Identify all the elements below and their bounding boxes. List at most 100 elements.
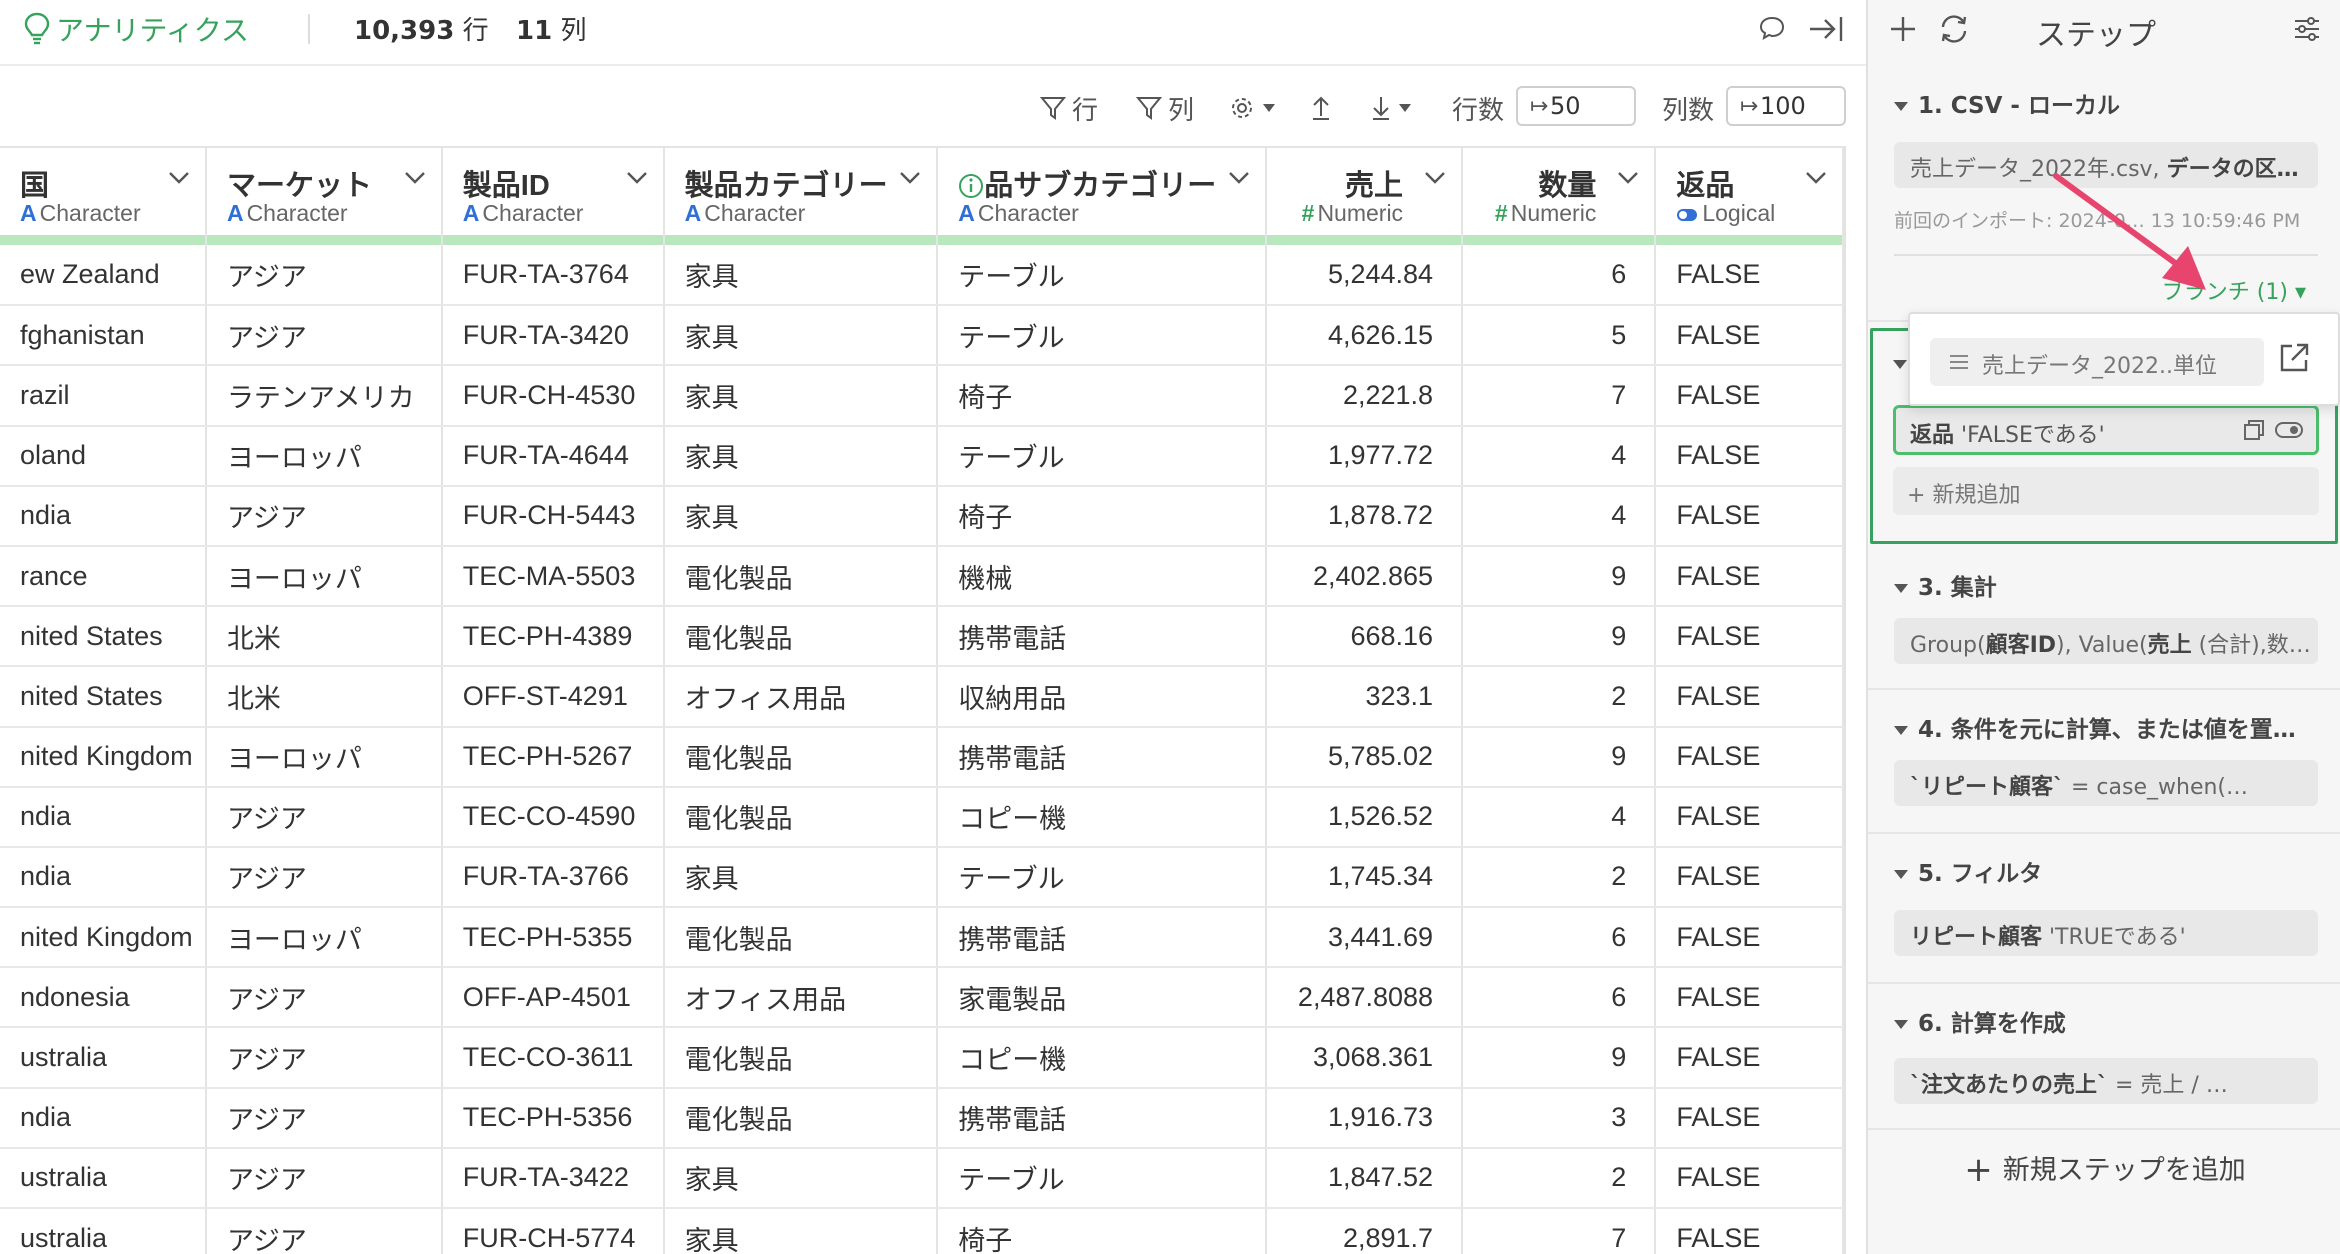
analytics-button[interactable]: アナリティクス: [24, 8, 249, 50]
table-cell[interactable]: 5: [1462, 305, 1657, 367]
chevron-down-icon[interactable]: [1616, 170, 1640, 186]
table-cell[interactable]: 7: [1462, 1208, 1657, 1254]
step-5-title[interactable]: 5. フィルタ: [1894, 854, 2042, 888]
table-cell[interactable]: 2: [1462, 1147, 1657, 1210]
table-cell[interactable]: FALSE: [1655, 425, 1844, 487]
add-step-button[interactable]: + 新規ステップを追加: [1868, 1148, 2340, 1190]
step-5-summary[interactable]: リピート顧客 'TRUEである': [1894, 910, 2318, 956]
branch-item[interactable]: 売上データ_2022..単位: [1930, 338, 2264, 386]
table-row[interactable]: nited States 北米 OFF-ST-4291 オフィス用品 収納用品 323.1…: [0, 666, 1844, 728]
step-4[interactable]: 4. 条件を元に計算、または値を置… `リピート顧客` = case_when(…: [1868, 690, 2340, 834]
table-cell[interactable]: 2: [1462, 846, 1657, 909]
eye-toggle-icon[interactable]: [2274, 418, 2304, 442]
table-cell[interactable]: 6: [1462, 967, 1657, 1029]
table-cell[interactable]: アジア: [205, 846, 443, 909]
chevron-down-icon[interactable]: [625, 170, 649, 186]
table-row[interactable]: ndia アジア FUR-TA-3766 家具 テーブル 1,745.34 2 FALSE: [0, 846, 1844, 909]
table-cell[interactable]: ustralia: [0, 1027, 207, 1089]
step-3-title[interactable]: 3. 集計: [1894, 568, 1997, 602]
table-cell[interactable]: 家具: [663, 305, 939, 367]
table-cell[interactable]: 2,221.8: [1266, 365, 1464, 427]
table-cell[interactable]: 4: [1462, 485, 1657, 547]
table-cell[interactable]: FALSE: [1655, 666, 1844, 728]
column-header[interactable]: 製品ID A Character: [441, 146, 665, 235]
chevron-down-icon[interactable]: [898, 170, 922, 186]
table-cell[interactable]: テーブル: [937, 846, 1268, 909]
table-cell[interactable]: ndia: [0, 485, 207, 547]
filter-cols-button[interactable]: 列: [1136, 88, 1194, 128]
table-cell[interactable]: TEC-CO-3611: [441, 1027, 665, 1089]
table-cell[interactable]: 1,526.52: [1266, 786, 1464, 848]
table-cell[interactable]: FALSE: [1655, 1087, 1844, 1149]
step-3-summary[interactable]: Group(顧客ID), Value(売上 (合計),数…: [1894, 618, 2318, 664]
table-cell[interactable]: nited States: [0, 666, 207, 728]
table-cell[interactable]: nited States: [0, 606, 207, 668]
table-cell[interactable]: テーブル: [937, 425, 1268, 487]
table-cell[interactable]: 家具: [663, 485, 939, 547]
table-cell[interactable]: 4: [1462, 425, 1657, 487]
table-cell[interactable]: TEC-PH-5355: [441, 907, 665, 969]
table-cell[interactable]: 家具: [663, 425, 939, 487]
step-5[interactable]: 5. フィルタ リピート顧客 'TRUEである': [1868, 834, 2340, 984]
table-cell[interactable]: FALSE: [1655, 1027, 1844, 1089]
table-cell[interactable]: OFF-ST-4291: [441, 666, 665, 728]
table-row[interactable]: ustralia アジア FUR-CH-5774 家具 椅子 2,891.7 7 FALSE: [0, 1208, 1844, 1254]
table-cell[interactable]: オフィス用品: [663, 967, 939, 1029]
table-row[interactable]: nited States 北米 TEC-PH-4389 電化製品 携帯電話 668.16 9…: [0, 606, 1844, 668]
table-cell[interactable]: アジア: [205, 1208, 443, 1254]
table-cell[interactable]: アジア: [205, 1087, 443, 1149]
table-cell[interactable]: 北米: [205, 606, 443, 668]
table-cell[interactable]: TEC-PH-5356: [441, 1087, 665, 1149]
chevron-down-icon[interactable]: [1423, 170, 1447, 186]
table-cell[interactable]: FALSE: [1655, 365, 1844, 427]
table-cell[interactable]: 携帯電話: [937, 726, 1268, 788]
table-cell[interactable]: 668.16: [1266, 606, 1464, 668]
table-cell[interactable]: FUR-TA-4644: [441, 425, 665, 487]
table-cell[interactable]: 電化製品: [663, 726, 939, 788]
table-cell[interactable]: 2,487.8088: [1266, 967, 1464, 1029]
step-4-title[interactable]: 4. 条件を元に計算、または値を置…: [1894, 710, 2296, 744]
table-cell[interactable]: FALSE: [1655, 485, 1844, 547]
table-cell[interactable]: 2: [1462, 666, 1657, 728]
table-cell[interactable]: 9: [1462, 606, 1657, 668]
table-cell[interactable]: 1,745.34: [1266, 846, 1464, 909]
chevron-down-icon[interactable]: [1804, 170, 1828, 186]
table-row[interactable]: razil ラテンアメリカ FUR-CH-4530 家具 椅子 2,221.8 7 FALSE: [0, 365, 1844, 427]
table-cell[interactable]: 9: [1462, 1027, 1657, 1089]
table-cell[interactable]: 2,891.7: [1266, 1208, 1464, 1254]
table-cell[interactable]: FUR-TA-3764: [441, 245, 665, 307]
table-cell[interactable]: テーブル: [937, 1147, 1268, 1210]
table-row[interactable]: fghanistan アジア FUR-TA-3420 家具 テーブル 4,626.15 5 F…: [0, 305, 1844, 367]
table-cell[interactable]: 電化製品: [663, 545, 939, 608]
table-cell[interactable]: テーブル: [937, 245, 1268, 307]
add-condition-button[interactable]: + 新規追加: [1893, 467, 2319, 515]
table-cell[interactable]: 電化製品: [663, 1027, 939, 1089]
column-header[interactable]: 返品 Logical: [1655, 146, 1844, 235]
table-cell[interactable]: 電化製品: [663, 786, 939, 848]
table-cell[interactable]: FALSE: [1655, 245, 1844, 307]
table-cell[interactable]: ヨーロッパ: [205, 425, 443, 487]
table-cell[interactable]: FALSE: [1655, 846, 1844, 909]
table-cell[interactable]: コピー機: [937, 786, 1268, 848]
table-cell[interactable]: 323.1: [1266, 666, 1464, 728]
table-cell[interactable]: アジア: [205, 1027, 443, 1089]
table-cell[interactable]: FALSE: [1655, 786, 1844, 848]
table-cell[interactable]: FALSE: [1655, 1147, 1844, 1210]
table-cell[interactable]: アジア: [205, 786, 443, 848]
table-cell[interactable]: rance: [0, 545, 207, 608]
table-cell[interactable]: ndia: [0, 846, 207, 909]
table-cell[interactable]: 5,244.84: [1266, 245, 1464, 307]
table-cell[interactable]: FALSE: [1655, 726, 1844, 788]
table-cell[interactable]: ラテンアメリカ: [205, 365, 443, 427]
table-row[interactable]: ndia アジア TEC-CO-4590 電化製品 コピー機 1,526.52 4 FALSE: [0, 786, 1844, 848]
table-cell[interactable]: FUR-CH-5774: [441, 1208, 665, 1254]
column-header[interactable]: 数量 # Numeric: [1462, 146, 1657, 235]
table-cell[interactable]: TEC-CO-4590: [441, 786, 665, 848]
table-cell[interactable]: 家具: [663, 245, 939, 307]
table-cell[interactable]: 電化製品: [663, 1087, 939, 1149]
table-cell[interactable]: FUR-TA-3766: [441, 846, 665, 909]
table-cell[interactable]: 1,916.73: [1266, 1087, 1464, 1149]
table-row[interactable]: ustralia アジア FUR-TA-3422 家具 テーブル 1,847.52 2 FAL…: [0, 1147, 1844, 1210]
table-cell[interactable]: 7: [1462, 365, 1657, 427]
table-cell[interactable]: 6: [1462, 907, 1657, 969]
